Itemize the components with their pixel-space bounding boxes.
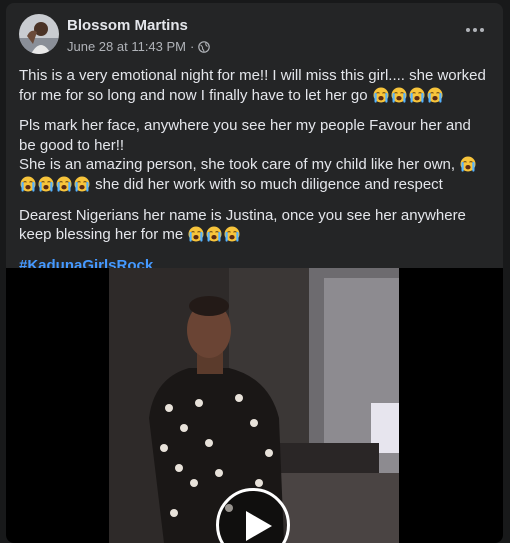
- post-header: Blossom Martins June 28 at 11:43 PM ·: [6, 3, 503, 63]
- author-name[interactable]: Blossom Martins: [67, 17, 188, 34]
- loudly-crying-face-icon: [188, 226, 204, 242]
- post-paragraph: Pls mark her face, anywhere you see her …: [19, 117, 471, 154]
- post-paragraph: This is a very emotional night for me!! …: [19, 67, 486, 104]
- post-body: This is a very emotional night for me!! …: [19, 66, 489, 286]
- loudly-crying-face-icon: [20, 176, 36, 192]
- loudly-crying-face-icon: [206, 226, 222, 242]
- loudly-crying-face-icon: [427, 87, 443, 103]
- post-meta: June 28 at 11:43 PM ·: [67, 39, 211, 54]
- more-options-icon[interactable]: [463, 21, 487, 39]
- loudly-crying-face-icon: [224, 226, 240, 242]
- loudly-crying-face-icon: [409, 87, 425, 103]
- loudly-crying-face-icon: [460, 156, 476, 172]
- meta-separator: ·: [190, 39, 195, 54]
- post-card: Blossom Martins June 28 at 11:43 PM · Th…: [6, 3, 503, 543]
- author-avatar[interactable]: [19, 14, 59, 54]
- loudly-crying-face-icon: [56, 176, 72, 192]
- loudly-crying-face-icon: [38, 176, 54, 192]
- video-player[interactable]: [6, 268, 503, 543]
- loudly-crying-face-icon: [391, 87, 407, 103]
- post-timestamp[interactable]: June 28 at 11:43 PM: [67, 39, 186, 54]
- loudly-crying-face-icon: [373, 87, 389, 103]
- post-paragraph: Dearest Nigerians her name is Justina, o…: [19, 206, 466, 244]
- loudly-crying-face-icon: [74, 176, 90, 192]
- post-paragraph: She is an amazing person, she took care …: [19, 155, 489, 194]
- globe-icon[interactable]: [198, 40, 211, 53]
